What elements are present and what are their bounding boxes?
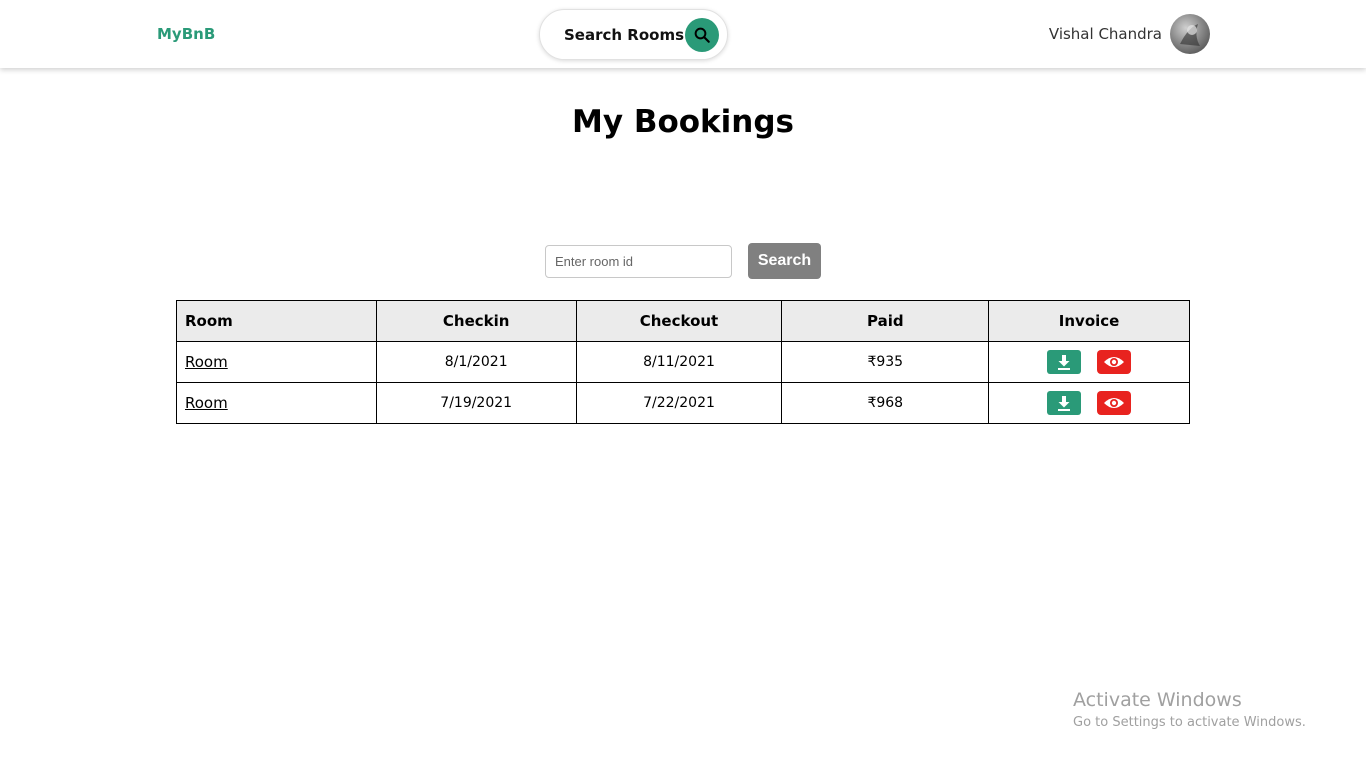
page-title: My Bookings [571,104,795,140]
search-button[interactable]: Search [748,243,821,279]
room-id-input[interactable] [545,245,732,278]
eye-icon [1104,357,1125,367]
download-icon [1058,396,1071,411]
activate-windows-watermark: Activate Windows Go to Settings to activ… [1073,689,1306,730]
checkout-cell: 8/11/2021 [575,341,783,383]
table-header-row: Room Checkin Checkout Paid Invoice [176,300,1190,342]
watermark-title: Activate Windows [1073,689,1242,711]
view-invoice-button[interactable] [1097,350,1132,374]
bookings-table: Room Checkin Checkout Paid Invoice Room … [176,300,1190,424]
avatar[interactable] [1170,14,1210,54]
column-header-checkin: Checkin [375,300,577,342]
eye-icon [1104,398,1125,408]
search-icon[interactable] [685,18,719,52]
paid-cell: ₹968 [781,382,990,424]
checkin-cell: 7/19/2021 [375,382,577,424]
checkin-cell: 8/1/2021 [375,341,577,383]
user-menu[interactable]: Vishal Chandra [1049,14,1210,54]
checkout-cell: 7/22/2021 [575,382,783,424]
paid-cell: ₹935 [781,341,990,383]
table-row: Room 8/1/2021 8/11/2021 ₹935 [176,341,1190,383]
brand-logo[interactable]: MyBnB [157,25,215,43]
room-link[interactable]: Room [185,394,228,412]
user-name: Vishal Chandra [1048,25,1162,43]
room-cell: Room [176,341,377,383]
room-link[interactable]: Room [185,353,228,371]
table-row: Room 7/19/2021 7/22/2021 ₹968 [176,382,1190,424]
column-header-paid: Paid [781,300,990,342]
top-navbar: MyBnB Search Rooms Vishal Chandra [0,0,1366,68]
column-header-invoice: Invoice [988,300,1190,342]
room-cell: Room [176,382,377,424]
invoice-cell [988,382,1190,424]
download-invoice-button[interactable] [1047,391,1082,415]
invoice-cell [988,341,1190,383]
watermark-subtitle: Go to Settings to activate Windows. [1073,715,1306,730]
column-header-checkout: Checkout [575,300,783,342]
column-header-room: Room [176,300,377,342]
search-rooms-button[interactable]: Search Rooms [539,9,728,60]
search-rooms-label: Search Rooms [564,26,685,44]
download-icon [1058,355,1071,370]
view-invoice-button[interactable] [1097,391,1132,415]
download-invoice-button[interactable] [1047,350,1082,374]
